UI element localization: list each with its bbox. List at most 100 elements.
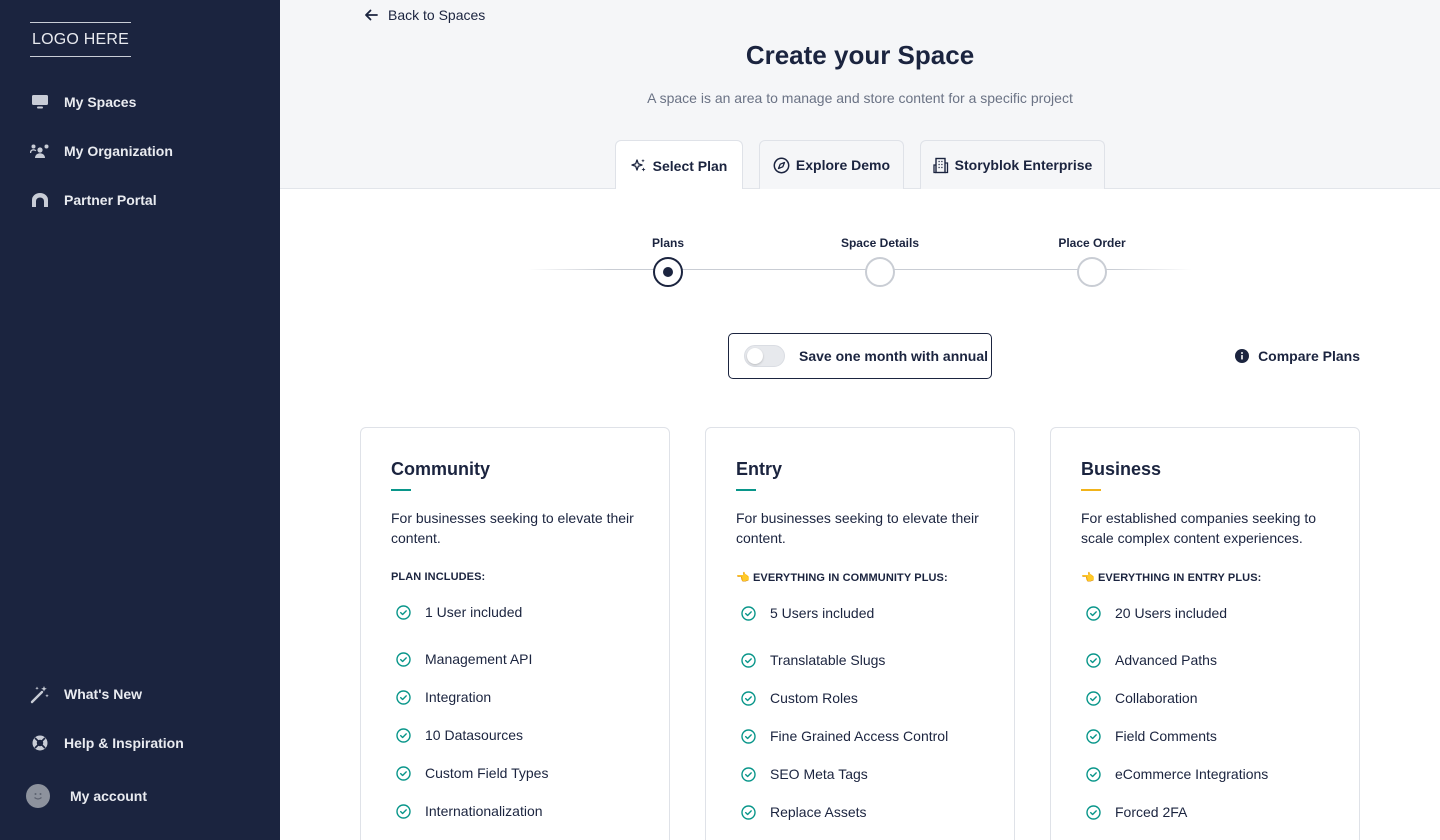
tab-label: Explore Demo [795,157,891,173]
feature-item: 5 Users included [736,603,984,623]
feature-item: Forced 2FA [1081,793,1329,831]
check-circle-icon [1086,804,1101,820]
sidebar-item-label: What's New [64,686,143,702]
feature-label: SEO Meta Tags [770,766,868,782]
feature-list: 20 Users included Advanced Paths Collabo… [1081,603,1329,831]
toggle-label: Save one month with annual [799,348,989,364]
feature-label: Advanced Paths [1115,652,1217,668]
feature-label: Replace Assets [770,804,867,820]
step-circle [865,257,895,287]
feature-item: Custom Roles [736,679,984,717]
main: Back to Spaces Create your Space A space… [280,0,1440,840]
feature-list: 5 Users included Translatable Slugs Cust… [736,603,984,831]
step-circle [1077,257,1107,287]
check-circle-icon [396,604,411,620]
feature-label: Custom Field Types [425,765,549,781]
arrow-left-icon [364,9,378,21]
feature-label: Fine Grained Access Control [770,728,949,744]
plan-selection: Plans Space Details Place Order Save one… [280,189,1440,840]
feature-label: Translatable Slugs [770,652,886,668]
feature-label: 1 User included [425,604,523,620]
feature-item: Advanced Paths [1081,641,1329,679]
feature-item: eCommerce Integrations [1081,755,1329,793]
plan-card-business[interactable]: Business For established companies seeki… [1050,427,1360,840]
tab-select-plan[interactable]: Select Plan [615,140,743,190]
plan-accent-underline [736,489,756,491]
partner-icon [30,190,50,210]
feature-item: Replace Assets [736,793,984,831]
plan-description: For established companies seeking to sca… [1081,510,1317,546]
feature-item: Translatable Slugs [736,641,984,679]
plan-includes-heading: 👈 EVERYTHING IN ENTRY PLUS: [1081,572,1262,584]
plan-description: For businesses seeking to elevate their … [391,510,634,546]
step-label: Place Order [1058,236,1126,250]
check-circle-icon [396,689,411,705]
feature-label: eCommerce Integrations [1115,766,1269,782]
users-icon [30,141,50,161]
step-label: Plans [651,236,684,250]
feature-label: Field Comments [1115,728,1217,744]
annual-billing-toggle[interactable]: Save one month with annual [728,333,992,379]
sidebar-item-label: My Organization [64,143,173,159]
feature-list: 1 User included Management API Integrati… [391,602,639,830]
compare-plans-link[interactable]: Compare Plans [1235,348,1360,364]
sidebar-item-partner-portal[interactable]: Partner Portal [30,188,157,212]
info-icon [1235,349,1250,363]
feature-label: 10 Datasources [425,727,524,743]
feature-label: Collaboration [1115,690,1198,706]
compare-label: Compare Plans [1258,348,1360,364]
account-label: My account [70,788,148,804]
feature-label: Integration [425,689,492,705]
plan-name: Entry [736,459,783,479]
logo[interactable]: LOGO HERE [30,22,131,57]
feature-item: Integration [391,678,639,716]
feature-item: 20 Users included [1081,603,1329,623]
feature-label: 5 Users included [770,605,875,621]
check-circle-icon [1086,605,1101,621]
plan-name: Community [391,459,490,479]
check-circle-icon [396,727,411,743]
page-header: Back to Spaces Create your Space A space… [280,0,1440,190]
sparkles-icon [630,158,647,174]
sidebar-item-help-inspiration[interactable]: Help & Inspiration [30,731,184,755]
feature-label: Internationalization [425,803,543,819]
compass-icon [773,157,790,174]
step-place-order: Place Order [1032,236,1152,287]
feature-item: Management API [391,640,639,678]
feature-item: SEO Meta Tags [736,755,984,793]
step-circle-current [653,257,683,287]
my-account[interactable]: My account [26,784,147,808]
feature-item: 10 Datasources [391,716,639,754]
feature-label: Forced 2FA [1115,804,1188,820]
check-circle-icon [1086,690,1101,706]
check-circle-icon [741,804,756,820]
sidebar-item-my-spaces[interactable]: My Spaces [30,90,136,114]
check-circle-icon [1086,652,1101,668]
plan-card-entry[interactable]: Entry For businesses seeking to elevate … [705,427,1015,840]
back-to-spaces-link[interactable]: Back to Spaces [364,7,485,23]
step-space-details: Space Details [820,236,940,287]
check-circle-icon [396,765,411,781]
feature-item: Field Comments [1081,717,1329,755]
magic-wand-icon [30,684,50,704]
sidebar: LOGO HERE My Spaces My Organization Part… [0,0,280,840]
check-circle-icon [396,803,411,819]
sidebar-item-label: Partner Portal [64,192,157,208]
plan-description: For businesses seeking to elevate their … [736,510,979,546]
feature-item: 1 User included [391,602,639,622]
sidebar-item-whats-new[interactable]: What's New [30,682,142,706]
check-circle-icon [741,728,756,744]
feature-label: Management API [425,651,533,667]
feature-label: Custom Roles [770,690,858,706]
plan-card-community[interactable]: Community For businesses seeking to elev… [360,427,670,840]
page-subtitle: A space is an area to manage and store c… [647,90,1073,106]
tab-explore-demo[interactable]: Explore Demo [759,140,904,189]
lifebuoy-icon [30,733,50,753]
check-circle-icon [741,766,756,782]
toggle-switch[interactable] [744,345,785,367]
check-circle-icon [1086,728,1101,744]
plan-name: Business [1081,459,1162,479]
feature-label: 20 Users included [1115,605,1228,621]
tab-storyblok-enterprise[interactable]: Storyblok Enterprise [920,140,1105,189]
sidebar-item-my-organization[interactable]: My Organization [30,139,173,163]
